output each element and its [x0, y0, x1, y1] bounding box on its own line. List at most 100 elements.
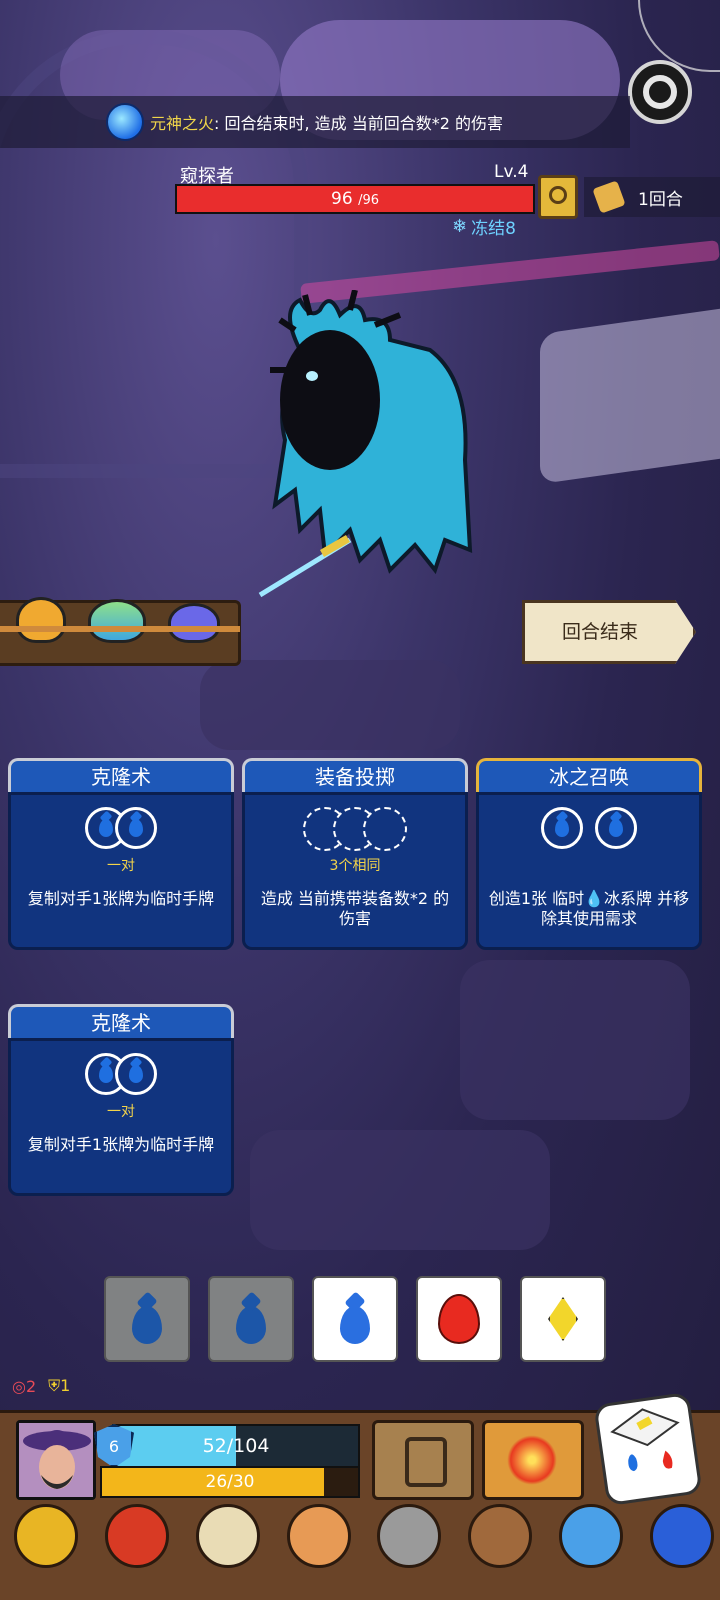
fire-dagger-relic[interactable]: [104, 1504, 169, 1568]
card-title: 克隆术: [91, 765, 151, 789]
enemy-level: Lv.4: [494, 162, 529, 182]
enemy-creature[interactable]: [240, 290, 480, 600]
buff-description: : 回合结束时, 造成 当前回合数*2 的伤害: [214, 114, 504, 133]
water-drop-icon: [99, 1065, 113, 1083]
player-hp-bar: 52/104: [112, 1424, 360, 1468]
card-description: 造成 当前携带装备数*2 的伤害: [260, 889, 450, 928]
roll-dice-button[interactable]: [593, 1391, 703, 1507]
water-drop-icon: [340, 1306, 370, 1344]
water-slot: [595, 807, 637, 849]
fire-skill-button[interactable]: [482, 1420, 584, 1500]
horn-relic[interactable]: [195, 1504, 260, 1568]
water-drop-icon: [555, 819, 569, 837]
card-equipment-throw[interactable]: 装备投掷 3个相同 造成 当前携带装备数*2 的伤害: [242, 758, 468, 950]
die-lightning[interactable]: [520, 1276, 606, 1362]
lock-icon: [405, 1437, 447, 1487]
water-drop-icon: [132, 1306, 162, 1344]
card-requirement: 3个相同: [329, 858, 381, 874]
relic-bar: [14, 1504, 714, 1574]
gold-coin-relic[interactable]: [14, 1504, 78, 1568]
die-fire[interactable]: [416, 1276, 502, 1362]
water-slot: [541, 807, 583, 849]
enemy-hp-bar: 96 /96: [175, 184, 535, 214]
card-body: 3个相同 造成 当前携带装备数*2 的伤害: [242, 792, 468, 950]
turn-counter: 1回合: [584, 177, 720, 217]
explosion-icon: [507, 1435, 557, 1485]
card-description: 创造1张 临时💧冰系牌 并移除其使用需求: [488, 889, 690, 928]
attack-stat[interactable]: ◎2: [12, 1377, 36, 1396]
background-rock: [250, 1130, 550, 1250]
defense-stat-value: 1: [60, 1376, 71, 1395]
settings-gear-button[interactable]: [628, 60, 692, 124]
potion-rope: [0, 626, 240, 632]
spirit-fire-icon: [106, 103, 144, 141]
card-header: 冰之召唤: [476, 758, 702, 792]
end-turn-button[interactable]: 回合结束: [522, 600, 696, 664]
armor-relic[interactable]: [468, 1504, 533, 1568]
orange-potion[interactable]: [16, 597, 66, 643]
water-drop-icon: [236, 1306, 266, 1344]
crystal-relic[interactable]: [559, 1504, 624, 1568]
card-body: 一对 复制对手1张牌为临时手牌: [8, 1038, 234, 1196]
scroll-icon: [592, 180, 626, 214]
lightning-icon: [548, 1297, 578, 1341]
enemy-hp-max: /96: [358, 193, 379, 208]
shield-value: 6: [108, 1436, 120, 1456]
water-drop-icon: [609, 819, 623, 837]
card-title: 装备投掷: [315, 765, 395, 789]
card-header: 装备投掷: [242, 758, 468, 792]
water-drop-icon: [129, 819, 143, 837]
dice-faces-icon: [610, 1408, 680, 1472]
background-rock: [460, 960, 690, 1120]
enemy-hp-text: 96 /96: [177, 186, 533, 214]
water-slot: [115, 1053, 157, 1095]
turn-label: 1回合: [638, 189, 683, 210]
enemy-hp-current: 96: [331, 189, 353, 209]
die-water[interactable]: [312, 1276, 398, 1362]
card-requirement: 一对: [107, 1104, 135, 1120]
buff-title: 元神之火: [150, 114, 215, 133]
buff-banner: 元神之火 : 回合结束时, 造成 当前回合数*2 的伤害: [0, 96, 630, 148]
dice-icon: [593, 1391, 703, 1507]
dice-slots: [245, 807, 465, 851]
gear-icon: [643, 75, 677, 109]
card-title: 冰之召唤: [549, 765, 629, 789]
card-clone[interactable]: 克隆术 一对 复制对手1张牌为临时手牌: [8, 758, 234, 950]
locked-skill-button[interactable]: [372, 1420, 474, 1500]
card-description: 复制对手1张牌为临时手牌: [27, 1135, 215, 1154]
card-body: 一对 复制对手1张牌为临时手牌: [8, 792, 234, 950]
blue-flame-relic[interactable]: [649, 1504, 714, 1568]
freeze-label: 冻结8: [471, 219, 516, 239]
card-title: 克隆术: [91, 1011, 151, 1035]
player-avatar[interactable]: [16, 1420, 96, 1500]
card-header: 克隆术: [8, 758, 234, 792]
defense-stat[interactable]: ⛨1: [48, 1376, 70, 1396]
dice-slots: [479, 807, 699, 849]
die-water-used[interactable]: [208, 1276, 294, 1362]
game-screen: 元神之火 : 回合结束时, 造成 当前回合数*2 的伤害 窥探者 Lv.4 96…: [0, 0, 720, 1600]
potion-shelf: [0, 597, 241, 666]
background-stage: [540, 305, 720, 485]
snowflake-icon: ❄: [452, 216, 468, 237]
fire-icon: [438, 1294, 480, 1344]
gear-relic[interactable]: [377, 1504, 442, 1568]
water-drop-icon: [99, 819, 113, 837]
enemy-freeze-status[interactable]: ❄ 冻结8: [452, 214, 516, 239]
dice-slots: [11, 807, 231, 849]
water-slot: [115, 807, 157, 849]
card-clone[interactable]: 克隆术 一对 复制对手1张牌为临时手牌: [8, 1004, 234, 1196]
background-rock: [200, 660, 460, 750]
purple-potion[interactable]: [168, 603, 220, 643]
card-description: 复制对手1张牌为临时手牌: [27, 889, 215, 908]
attack-stat-value: 2: [25, 1376, 37, 1396]
player-energy-bar: 26/30: [100, 1466, 360, 1498]
card-requirement: 一对: [107, 858, 135, 874]
green-potion[interactable]: [88, 599, 146, 643]
enemy-info-book-button[interactable]: [538, 175, 578, 219]
shield-relic[interactable]: [286, 1504, 351, 1568]
player-energy-text: 26/30: [205, 1472, 255, 1492]
dice-slots: [11, 1053, 231, 1095]
die-water-used[interactable]: [104, 1276, 190, 1362]
player-status-row: ◎2 ⛨1: [12, 1376, 70, 1396]
card-ice-summon[interactable]: 冰之召唤 创造1张 临时💧冰系牌 并移除其使用需求: [476, 758, 702, 950]
